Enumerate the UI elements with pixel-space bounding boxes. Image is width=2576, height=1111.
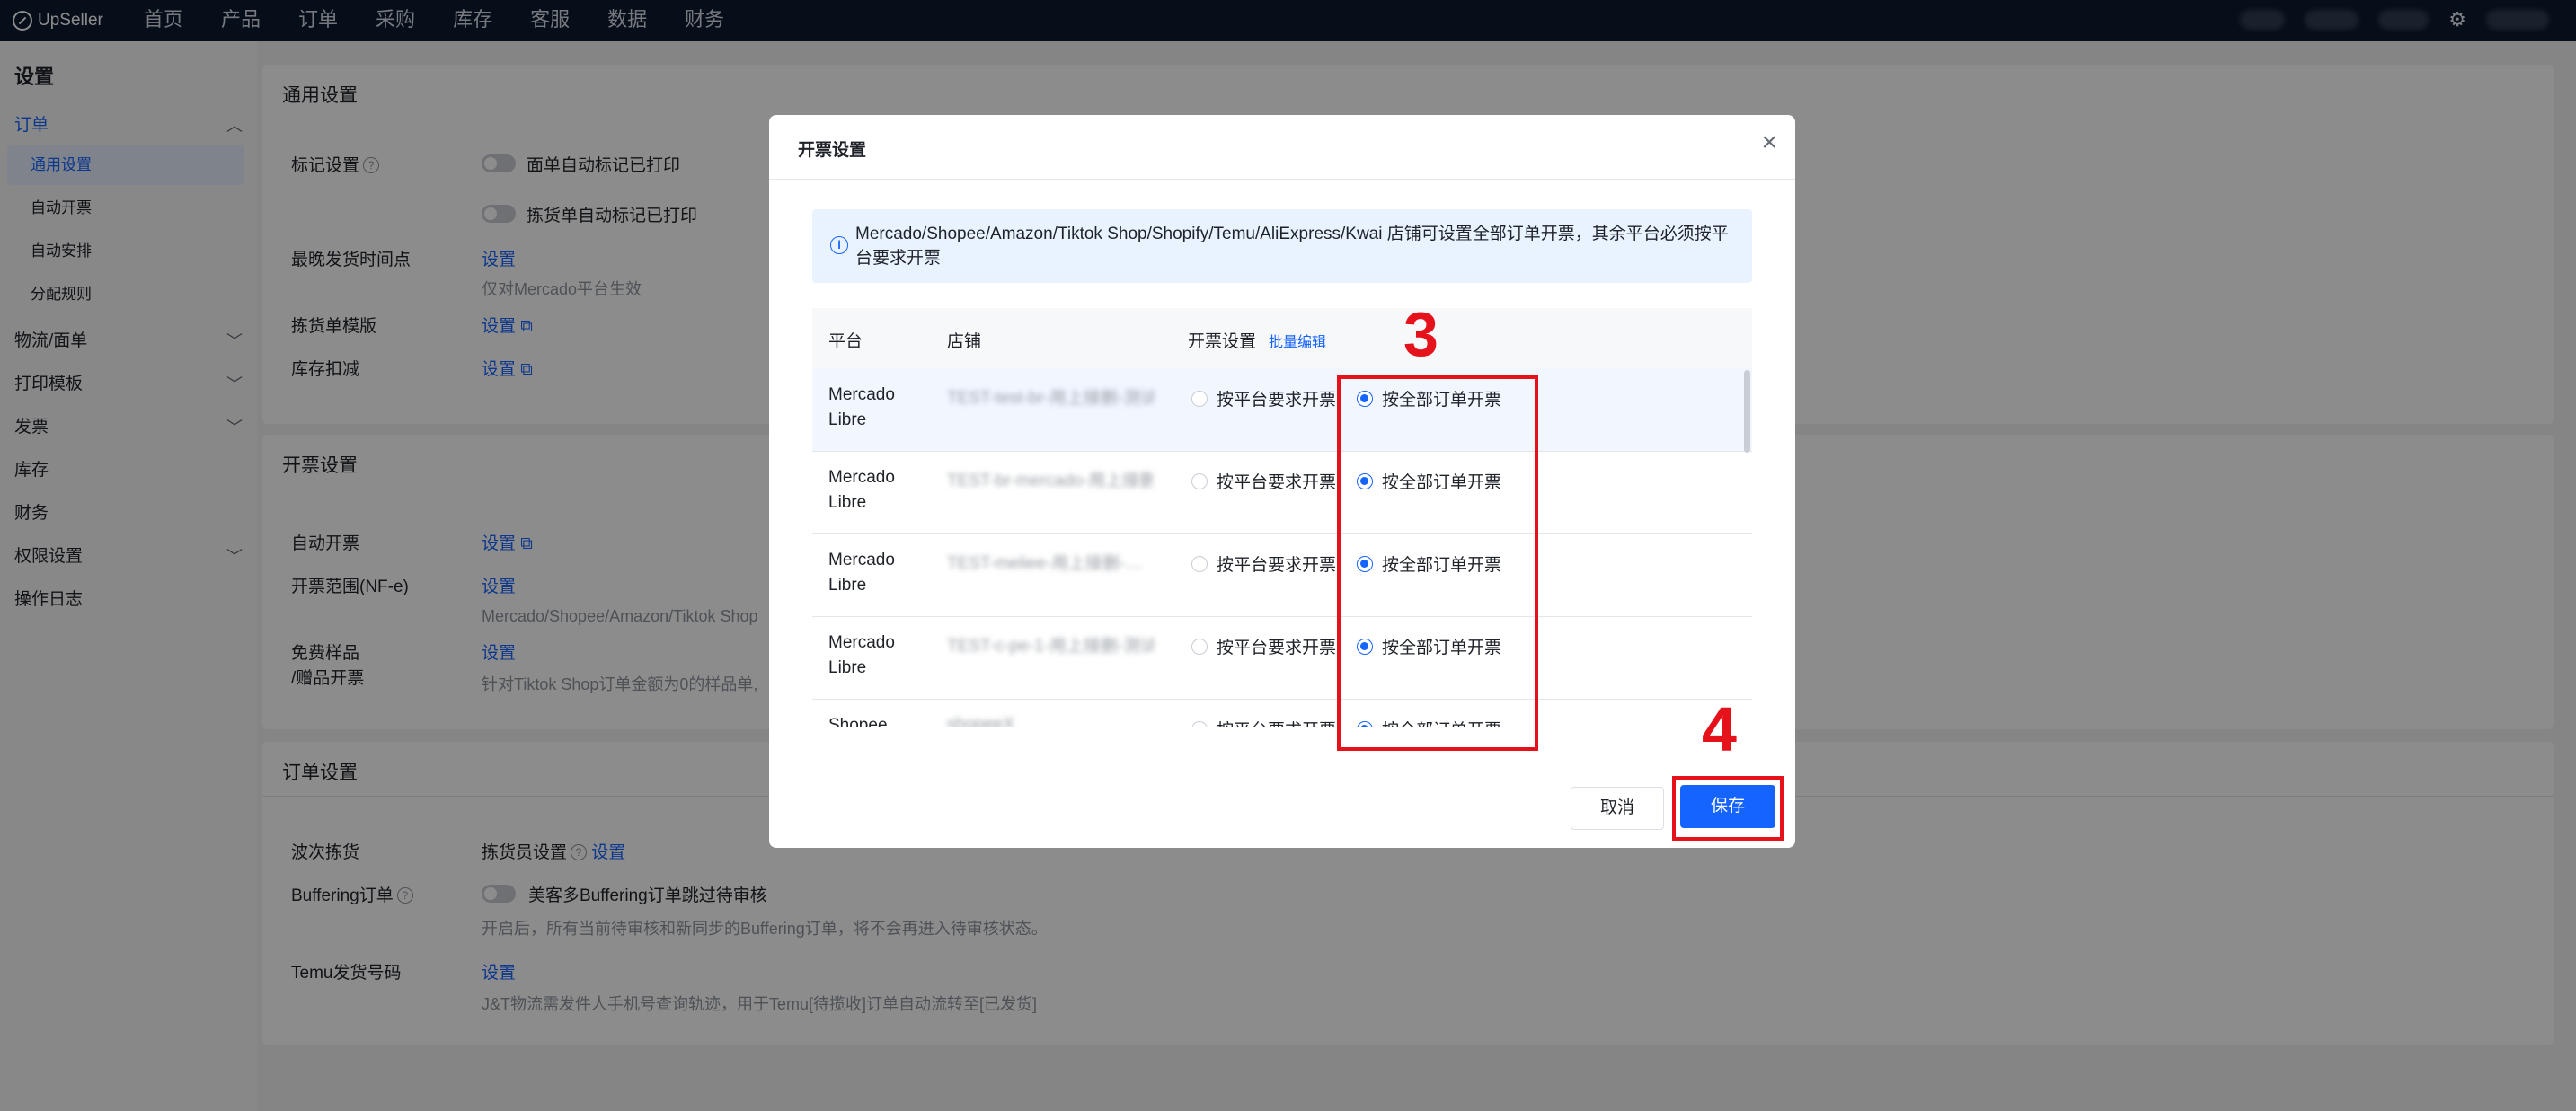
shop-cell: TEST-br-mercado-用上接删… bbox=[947, 472, 1154, 490]
info-icon: i bbox=[830, 236, 848, 254]
cancel-button[interactable]: 取消 bbox=[1571, 787, 1664, 830]
radio-platform-requirement[interactable]: 按平台要求开票 bbox=[1191, 717, 1336, 727]
step-4-highlight-box bbox=[1672, 776, 1784, 841]
radio-platform-requirement[interactable]: 按平台要求开票 bbox=[1191, 469, 1336, 493]
divider bbox=[769, 179, 1795, 180]
table-row: Mercado Libre TEST-c-pe-1-用上接删-测试 按平台要求开… bbox=[812, 616, 1752, 700]
table-row: Mercado Libre TEST-meliee-用上接删-… 按平台要求开票… bbox=[812, 533, 1752, 617]
column-label: 开票设置 bbox=[1188, 332, 1257, 351]
radio-label: 按平台要求开票 bbox=[1217, 473, 1337, 492]
shop-cell: shopeeX bbox=[947, 715, 1015, 727]
radio-label: 按平台要求开票 bbox=[1217, 639, 1337, 657]
invoice-settings-dialog: 开票设置 × i Mercado/Shopee/Amazon/Tiktok Sh… bbox=[769, 115, 1795, 848]
step-3-highlight-box bbox=[1337, 375, 1538, 751]
store-invoice-table: 平台 店铺 开票设置 批量编辑 Mercado Libre TEST-test-b… bbox=[812, 308, 1752, 727]
platform-cell: Shopee bbox=[828, 716, 888, 727]
shop-cell: TEST-test-br-用上接删-测试 bbox=[947, 389, 1154, 408]
radio-platform-requirement[interactable]: 按平台要求开票 bbox=[1191, 634, 1336, 658]
column-invoice-setting: 开票设置 批量编辑 bbox=[1188, 328, 1326, 352]
column-platform: 平台 bbox=[828, 332, 863, 351]
table-row: Mercado Libre TEST-br-mercado-用上接删… 按平台要… bbox=[812, 451, 1752, 534]
step-4-marker: 4 bbox=[1702, 694, 1737, 764]
close-icon[interactable]: × bbox=[1761, 129, 1777, 156]
radio-platform-requirement[interactable]: 按平台要求开票 bbox=[1191, 386, 1336, 410]
table-scrollbar[interactable] bbox=[1744, 370, 1750, 453]
notice-text: Mercado/Shopee/Amazon/Tiktok Shop/Shopif… bbox=[855, 225, 1729, 268]
table-row: Shopee shopeeX 按平台要求开票 按全部订单开票 bbox=[812, 699, 1752, 727]
shop-cell: TEST-c-pe-1-用上接删-测试 bbox=[947, 637, 1154, 656]
radio-label: 按平台要求开票 bbox=[1217, 556, 1337, 575]
platform-cell: Mercado Libre bbox=[828, 551, 895, 595]
radio-label: 按平台要求开票 bbox=[1217, 391, 1337, 410]
step-3-marker: 3 bbox=[1403, 299, 1438, 369]
radio-unchecked-icon bbox=[1191, 720, 1208, 727]
platform-cell: Mercado Libre bbox=[828, 468, 895, 512]
radio-unchecked-icon bbox=[1191, 472, 1208, 489]
radio-unchecked-icon bbox=[1191, 390, 1208, 407]
dialog-title: 开票设置 bbox=[798, 141, 867, 160]
table-row: Mercado Libre TEST-test-br-用上接删-测试 按平台要求… bbox=[812, 368, 1752, 452]
platform-cell: Mercado Libre bbox=[828, 385, 895, 429]
info-notice: i Mercado/Shopee/Amazon/Tiktok Shop/Shop… bbox=[812, 209, 1752, 283]
radio-unchecked-icon bbox=[1191, 638, 1208, 655]
table-header: 平台 店铺 开票设置 批量编辑 bbox=[812, 308, 1752, 368]
shop-cell: TEST-meliee-用上接删-… bbox=[947, 554, 1143, 573]
column-shop: 店铺 bbox=[947, 332, 982, 351]
radio-unchecked-icon bbox=[1191, 555, 1208, 572]
radio-label: 按平台要求开票 bbox=[1217, 717, 1336, 727]
radio-platform-requirement[interactable]: 按平台要求开票 bbox=[1191, 551, 1336, 576]
platform-cell: Mercado Libre bbox=[828, 633, 895, 677]
batch-edit-link[interactable]: 批量编辑 bbox=[1269, 335, 1326, 350]
